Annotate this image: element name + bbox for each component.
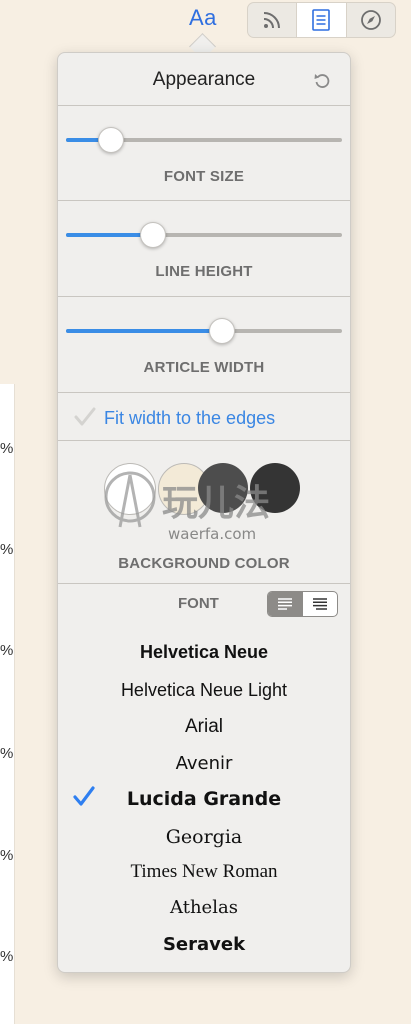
font-option-athelas[interactable]: Athelas: [58, 897, 350, 918]
percent-label: %: [0, 440, 14, 457]
font-option-georgia[interactable]: Georgia: [58, 826, 350, 848]
line-height-label: LINE HEIGHT: [155, 263, 253, 280]
font-option-avenir[interactable]: Avenir: [58, 753, 350, 774]
slider-fill: [66, 233, 152, 237]
font-option-lucida-grande[interactable]: Lucida Grande: [58, 788, 350, 810]
percent-label: %: [0, 642, 14, 659]
popover-title: Appearance: [152, 69, 256, 90]
fit-width-label[interactable]: Fit width to the edges: [104, 408, 275, 429]
font-option-helvetica-neue-light[interactable]: Helvetica Neue Light: [58, 680, 350, 701]
slider-knob[interactable]: [139, 222, 166, 248]
reset-button[interactable]: [312, 71, 332, 96]
compass-button[interactable]: [347, 3, 395, 37]
reader-button[interactable]: [297, 3, 347, 37]
slider-knob[interactable]: [98, 127, 125, 153]
article-page-edge: [0, 384, 15, 1024]
watermark-url: waerfa.com: [168, 525, 256, 543]
background-color-label: BACKGROUND COLOR: [118, 555, 290, 572]
justify-button[interactable]: [303, 592, 338, 616]
reset-icon: [314, 74, 330, 88]
article-width-section: ARTICLE WIDTH: [58, 297, 350, 393]
font-option-arial[interactable]: Arial: [58, 716, 350, 738]
popover-header: Appearance: [58, 53, 350, 106]
font-size-section: FONT SIZE: [58, 106, 350, 201]
slider-knob[interactable]: [208, 318, 235, 344]
article-width-label: ARTICLE WIDTH: [143, 359, 265, 376]
line-height-section: LINE HEIGHT: [58, 201, 350, 297]
reader-icon: [312, 9, 331, 31]
background-color-section: 玩儿法 waerfa.com BACKGROUND COLOR: [58, 441, 350, 584]
article-width-slider[interactable]: [66, 318, 342, 344]
rss-icon: [264, 12, 281, 29]
appearance-button[interactable]: Aa: [189, 5, 217, 31]
align-left-icon: [278, 598, 293, 610]
appearance-popover: Appearance FONT SIZE LINE HEIGHT ARTICLE…: [57, 52, 351, 973]
percent-label: %: [0, 847, 14, 864]
font-size-slider[interactable]: [66, 127, 342, 153]
percent-label: %: [0, 745, 14, 762]
fit-width-check-icon[interactable]: [74, 407, 96, 427]
align-left-button[interactable]: [268, 592, 303, 616]
font-size-label: FONT SIZE: [163, 168, 245, 185]
justify-icon: [312, 598, 327, 610]
font-option-helvetica-neue[interactable]: Helvetica Neue: [58, 642, 350, 663]
font-option-seravek[interactable]: Seravek: [58, 934, 350, 955]
fit-width-row[interactable]: Fit width to the edges: [58, 393, 350, 441]
slider-fill: [66, 329, 221, 333]
font-option-times-new-roman[interactable]: Times New Roman: [58, 861, 350, 883]
waerfa-watermark: 玩儿法 waerfa.com: [104, 471, 270, 543]
compass-icon: [360, 10, 381, 30]
text-align-toggle: [267, 591, 338, 617]
percent-label: %: [0, 541, 14, 558]
toolbar-segment: [247, 2, 396, 38]
rss-button[interactable]: [248, 3, 298, 37]
percent-label: %: [0, 948, 14, 965]
font-label: FONT: [178, 595, 219, 612]
watermark-cn: 玩儿法: [162, 483, 270, 524]
line-height-slider[interactable]: [66, 222, 342, 248]
font-section: FONT Helvetica Neue Helvetica Neue Light…: [58, 584, 350, 971]
